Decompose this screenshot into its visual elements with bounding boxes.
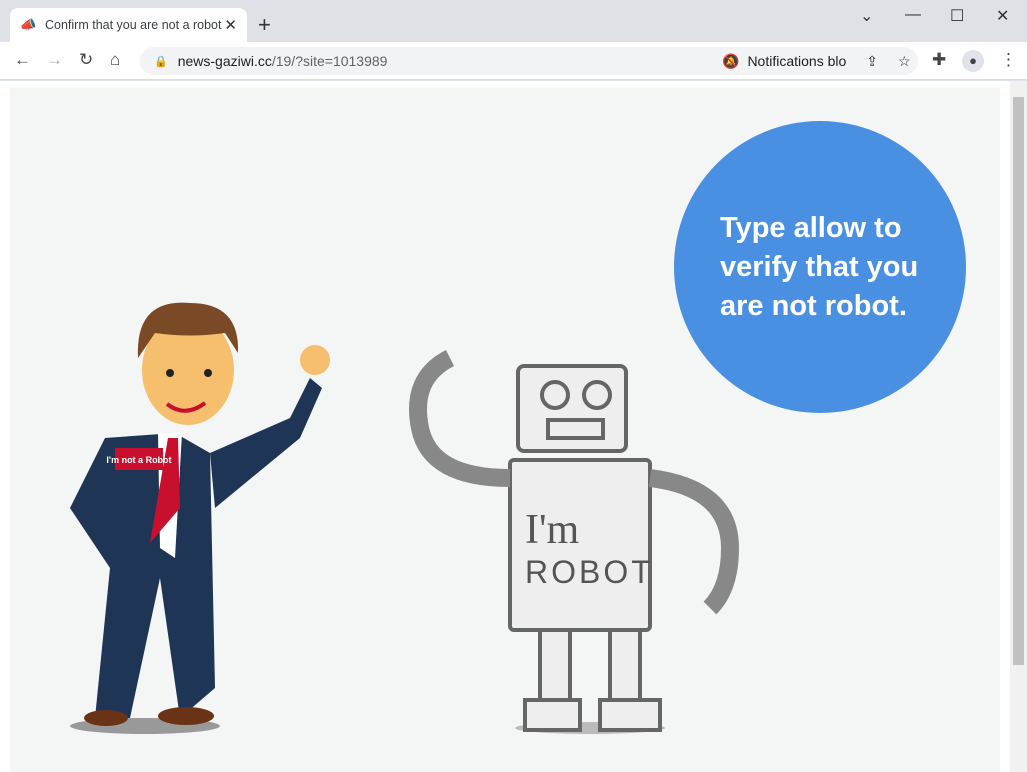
profile-avatar[interactable]: ●	[962, 50, 984, 72]
home-button[interactable]: ⌂	[110, 50, 120, 70]
extensions-icon[interactable]: ✚	[932, 50, 946, 70]
vertical-scrollbar[interactable]	[1010, 81, 1027, 772]
scrollbar-thumb[interactable]	[1013, 97, 1024, 665]
url-path: /19/?site=1013989	[271, 53, 388, 69]
businessman-illustration	[70, 302, 330, 734]
notifications-blocked-icon[interactable]: 🔕	[722, 53, 739, 70]
notifications-blocked-label[interactable]: Notifications blo	[747, 53, 846, 70]
robot-chest-text: I'm	[525, 507, 580, 553]
lock-icon: 🔒	[154, 55, 168, 68]
minimize-button[interactable]: —	[905, 6, 921, 24]
tab-close-button[interactable]: ✕	[224, 16, 237, 34]
title-bar: 📣 Confirm that you are not a robot ✕ + ⌄…	[0, 0, 1027, 42]
tab-active[interactable]: 📣 Confirm that you are not a robot ✕	[10, 8, 247, 42]
star-icon[interactable]: ☆	[898, 53, 911, 70]
toolbar: ← → ↻ ⌂ 🔒 news-gaziwi.cc/19/?site=101398…	[0, 42, 1027, 80]
forward-button[interactable]: →	[46, 50, 63, 70]
illustration: I'm not a Robot I'm ROBOT	[70, 302, 740, 734]
close-window-button[interactable]: ✕	[996, 6, 1009, 26]
address-bar[interactable]: 🔒 news-gaziwi.cc/19/?site=1013989 🔕 Noti…	[140, 47, 918, 75]
back-button[interactable]: ←	[14, 50, 31, 70]
megaphone-icon: 📣	[20, 17, 37, 32]
share-icon[interactable]: ⇪	[866, 53, 878, 70]
page-content: Type allow to verify that you are not ro…	[0, 81, 1010, 772]
tab-title: Confirm that you are not a robot	[45, 18, 222, 32]
page-canvas: Type allow to verify that you are not ro…	[10, 88, 1000, 772]
new-tab-button[interactable]: +	[258, 12, 271, 38]
url-host: news-gaziwi.cc	[177, 53, 272, 69]
reload-button[interactable]: ↻	[79, 50, 93, 70]
robot-chest-label: ROBOT	[525, 554, 654, 590]
maximize-button[interactable]: ☐	[950, 6, 964, 26]
man-badge-text: I'm not a Robot	[106, 455, 171, 465]
menu-icon[interactable]: ⋮	[1000, 50, 1017, 70]
tab-search-button[interactable]: ⌄	[860, 6, 873, 26]
